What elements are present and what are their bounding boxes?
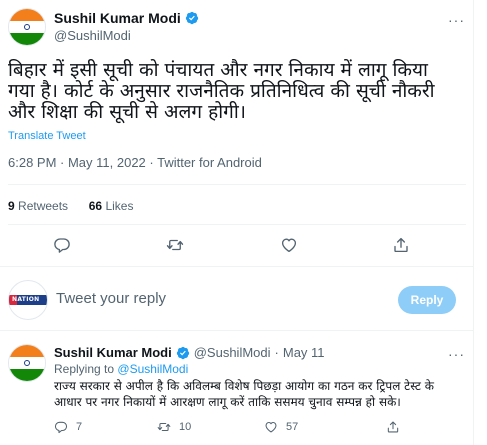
likes-stat[interactable]: 66 Likes bbox=[89, 199, 134, 213]
retweets-count: 9 bbox=[8, 199, 15, 213]
author-name[interactable]: Sushil Kumar Modi bbox=[54, 10, 181, 26]
flag-chakra bbox=[24, 24, 30, 30]
reply-text-line: राज्य सरकार से अपील है कि अविलम्ब विशेष … bbox=[54, 379, 434, 393]
reply-author-avatar[interactable] bbox=[8, 344, 46, 382]
reply-icon bbox=[54, 421, 68, 434]
likes-count: 66 bbox=[88, 199, 103, 213]
section-divider bbox=[0, 266, 474, 267]
reply-text: राज्य सरकार से अपील है कि अविलम्ब विशेष … bbox=[54, 378, 464, 410]
likes-label: Likes bbox=[105, 199, 134, 213]
author-handle[interactable]: @SushilModi bbox=[54, 28, 131, 43]
tweet-timestamp[interactable]: 6:28 PM · May 11, 2022 · Twitter for And… bbox=[8, 155, 262, 170]
header-separator: · bbox=[274, 345, 279, 360]
replying-prefix: Replying to bbox=[54, 362, 115, 376]
more-icon[interactable]: ··· bbox=[448, 346, 465, 362]
reply-header: Sushil Kumar Modi @SushilModi · May 11 bbox=[54, 345, 325, 360]
section-divider bbox=[0, 330, 474, 331]
share-icon[interactable] bbox=[392, 236, 410, 254]
reply-button[interactable]: Reply bbox=[398, 286, 456, 314]
tweet-text-line: और शिक्षा की सूची से अलग होगी। bbox=[8, 101, 246, 123]
tweet-page: Sushil Kumar Modi @SushilModi ··· बिहार … bbox=[0, 0, 474, 445]
translate-tweet-link[interactable]: Translate Tweet bbox=[8, 130, 86, 142]
current-user-avatar[interactable]: NATION bbox=[8, 280, 48, 320]
retweet-count: 10 bbox=[179, 421, 192, 433]
reply-like-action[interactable]: 57 bbox=[264, 420, 298, 434]
flag-chakra bbox=[24, 360, 30, 366]
engagement-stats: 9 Retweets 66 Likes bbox=[8, 199, 133, 213]
verified-badge-icon bbox=[176, 346, 189, 359]
retweet-icon bbox=[157, 422, 171, 432]
more-icon[interactable]: ··· bbox=[448, 12, 465, 28]
verified-badge-icon bbox=[185, 11, 198, 25]
retweets-stat[interactable]: 9 Retweets bbox=[8, 199, 68, 213]
reply-author-name[interactable]: Sushil Kumar Modi bbox=[54, 345, 172, 360]
flag-saffron-band bbox=[9, 345, 45, 358]
reply-reply-action[interactable]: 7 bbox=[54, 420, 82, 434]
like-icon[interactable] bbox=[280, 236, 298, 254]
divider bbox=[8, 184, 466, 185]
reply-retweet-action[interactable]: 10 bbox=[157, 420, 191, 434]
tweet-action-bar bbox=[0, 236, 474, 254]
reply-action-bar: 7 10 57 bbox=[54, 420, 464, 436]
share-icon bbox=[387, 421, 399, 433]
flag-saffron-band bbox=[9, 9, 45, 22]
reply-date[interactable]: May 11 bbox=[283, 345, 325, 360]
reply-count: 7 bbox=[76, 421, 83, 433]
like-count: 57 bbox=[286, 421, 299, 433]
tweet-text: बिहार में इसी सूची को पंचायत और नगर निका… bbox=[8, 60, 448, 123]
reply-icon[interactable] bbox=[53, 236, 71, 254]
tweet-text-line: गया है। कोर्ट के अनुसार राजनैतिक प्रतिनि… bbox=[8, 80, 435, 102]
reply-share-action[interactable] bbox=[386, 420, 400, 434]
author-avatar[interactable] bbox=[8, 8, 46, 46]
retweet-icon[interactable] bbox=[166, 236, 184, 254]
flag-green-band bbox=[9, 32, 45, 45]
reply-input[interactable]: Tweet your reply bbox=[56, 290, 166, 307]
reply-author-handle[interactable]: @SushilModi bbox=[194, 345, 271, 360]
retweets-label: Retweets bbox=[18, 199, 69, 213]
flag-green-band bbox=[9, 368, 45, 381]
divider bbox=[8, 224, 466, 225]
replying-handle-link[interactable]: @SushilModi bbox=[117, 362, 188, 376]
reply-text-line: आधार पर नगर निकायों में आरक्षण लागू करें… bbox=[54, 395, 401, 409]
replying-to: Replying to @SushilModi bbox=[54, 362, 188, 376]
avatar-logo-text: NATION bbox=[12, 296, 40, 303]
author-name-row[interactable]: Sushil Kumar Modi bbox=[54, 10, 199, 26]
tweet-text-line: बिहार में इसी सूची को पंचायत और नगर निका… bbox=[8, 59, 428, 81]
like-icon bbox=[265, 421, 277, 433]
